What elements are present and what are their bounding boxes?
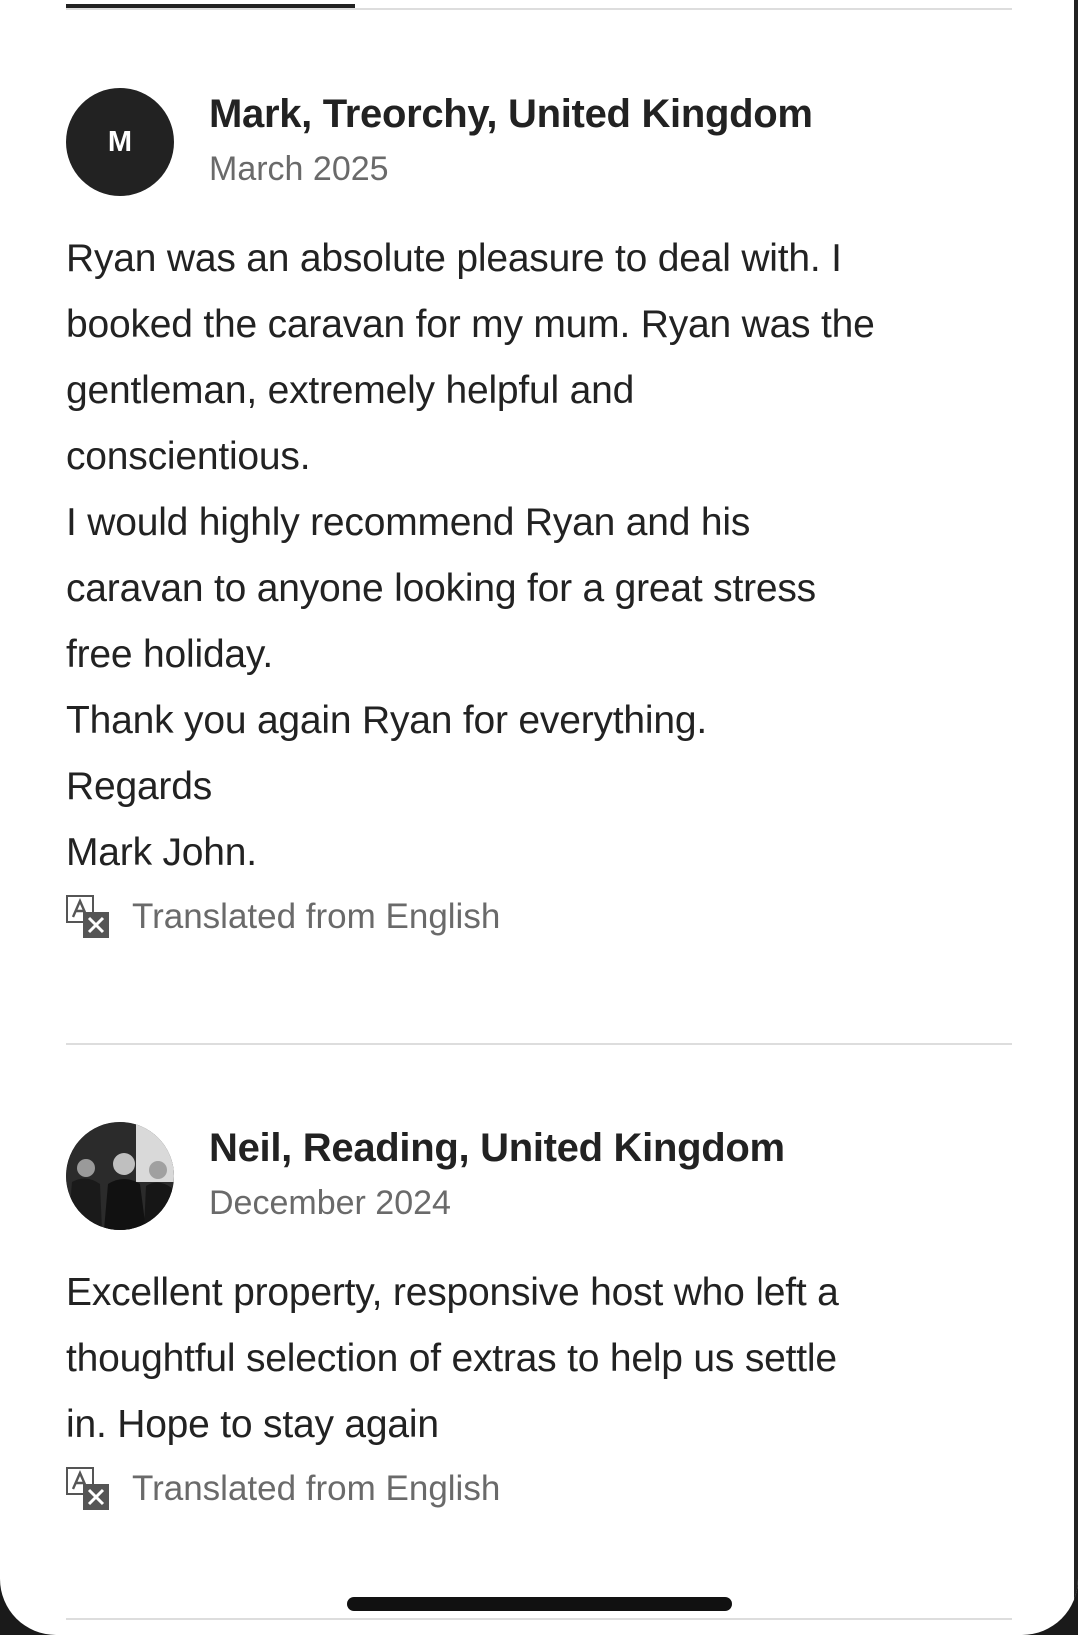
review-date: December 2024 xyxy=(209,1184,451,1222)
translate-icon xyxy=(66,895,109,938)
translated-from-label: Translated from English xyxy=(132,1469,501,1508)
avatar[interactable]: M xyxy=(66,88,174,196)
avatar[interactable] xyxy=(66,1122,174,1230)
review-header: M Mark, Treorchy, United Kingdom March 2… xyxy=(66,88,1012,196)
avatar-initial: M xyxy=(107,125,133,158)
avatar-photo xyxy=(66,1122,174,1230)
translation-note[interactable]: Translated from English xyxy=(66,892,1012,942)
review-card: M Mark, Treorchy, United Kingdom March 2… xyxy=(66,88,1012,942)
home-indicator[interactable] xyxy=(347,1597,732,1611)
bottom-divider xyxy=(66,1618,1012,1620)
review-divider xyxy=(66,1043,1012,1045)
review-card: Neil, Reading, United Kingdom December 2… xyxy=(66,1122,1012,1514)
translation-note[interactable]: Translated from English xyxy=(66,1464,1012,1514)
reviewer-name: Neil, Reading, United Kingdom xyxy=(209,1126,785,1170)
review-date: March 2025 xyxy=(209,150,389,188)
review-text: Ryan was an absolute pleasure to deal wi… xyxy=(66,237,875,874)
review-header: Neil, Reading, United Kingdom December 2… xyxy=(66,1122,1012,1230)
review-text: Excellent property, responsive host who … xyxy=(66,1271,839,1446)
translated-from-label: Translated from English xyxy=(132,897,501,936)
translate-icon xyxy=(66,1467,109,1510)
reviews-screen: M Mark, Treorchy, United Kingdom March 2… xyxy=(0,0,1078,1635)
device-edge xyxy=(1074,0,1078,1635)
top-divider xyxy=(66,8,1012,10)
reviewer-name: Mark, Treorchy, United Kingdom xyxy=(209,92,813,136)
